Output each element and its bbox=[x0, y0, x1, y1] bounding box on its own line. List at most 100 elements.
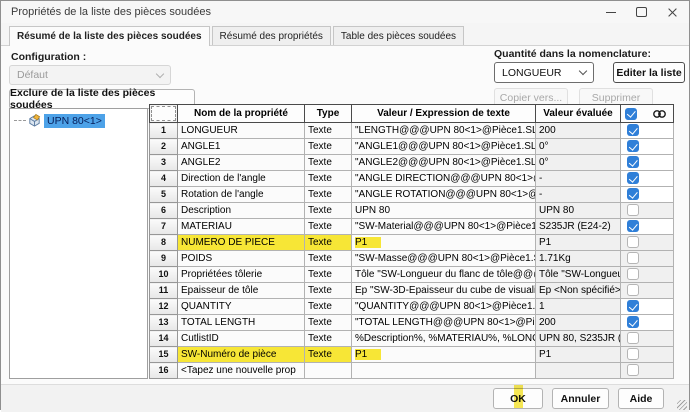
checkbox-checked[interactable] bbox=[627, 140, 639, 152]
checkbox-checked[interactable] bbox=[627, 124, 639, 136]
close-button[interactable] bbox=[657, 1, 688, 23]
cell-type[interactable]: Texte bbox=[305, 251, 352, 267]
cell-link-checkbox[interactable] bbox=[621, 219, 674, 235]
cell-type[interactable]: Texte bbox=[305, 347, 352, 363]
tab-properties-summary[interactable]: Résumé des propriétés bbox=[212, 26, 331, 45]
cell-link-checkbox[interactable] bbox=[621, 267, 674, 283]
row-number[interactable]: 7 bbox=[150, 219, 178, 235]
configuration-select[interactable]: Défaut bbox=[9, 65, 171, 85]
cell-value-expression[interactable]: "ANGLE ROTATION@@@UPN 80<1>@Pièce1.SLD bbox=[352, 187, 536, 203]
cell-property-name[interactable]: Epaisseur de tôle bbox=[178, 283, 305, 299]
cell-link-checkbox[interactable] bbox=[621, 363, 674, 379]
cell-type[interactable]: Texte bbox=[305, 299, 352, 315]
cell-type[interactable]: Texte bbox=[305, 219, 352, 235]
tab-cutlist-table[interactable]: Table des pièces soudées bbox=[333, 26, 464, 45]
cell-value-expression[interactable]: "SW-Masse@@@UPN 80<1>@Pièce1.SLDPRT"Kg bbox=[352, 251, 536, 267]
tab-cutlist-summary[interactable]: Résumé de la liste des pièces soudées bbox=[9, 26, 210, 46]
select-all-cell[interactable] bbox=[150, 105, 178, 123]
cell-link-checkbox[interactable] bbox=[621, 331, 674, 347]
row-number[interactable]: 14 bbox=[150, 331, 178, 347]
link-column-header[interactable] bbox=[621, 105, 674, 123]
maximize-button[interactable] bbox=[626, 1, 657, 23]
checkbox-checked[interactable] bbox=[627, 316, 639, 328]
checkbox-unchecked[interactable] bbox=[627, 268, 639, 280]
cell-value-expression[interactable]: "TOTAL LENGTH@@@UPN 80<1>@Pièce1.SLDPRT bbox=[352, 315, 536, 331]
cell-type[interactable] bbox=[305, 363, 352, 379]
checkbox-checked[interactable] bbox=[627, 220, 639, 232]
help-button[interactable]: Aide bbox=[618, 388, 664, 409]
row-number[interactable]: 12 bbox=[150, 299, 178, 315]
cell-type[interactable]: Texte bbox=[305, 203, 352, 219]
checkbox-unchecked[interactable] bbox=[627, 236, 639, 248]
row-number[interactable]: 4 bbox=[150, 171, 178, 187]
cell-value-expression[interactable] bbox=[352, 363, 536, 379]
cell-type[interactable]: Texte bbox=[305, 267, 352, 283]
cell-property-name[interactable]: POIDS bbox=[178, 251, 305, 267]
checkbox-checked[interactable] bbox=[627, 156, 639, 168]
checkbox-unchecked[interactable] bbox=[627, 332, 639, 344]
cell-property-name[interactable]: Propriétées tôlerie bbox=[178, 267, 305, 283]
cell-type[interactable]: Texte bbox=[305, 235, 352, 251]
cell-type[interactable]: Texte bbox=[305, 315, 352, 331]
cell-value-expression[interactable]: "LENGTH@@@UPN 80<1>@Pièce1.SLDPRT" bbox=[352, 123, 536, 139]
row-number[interactable]: 10 bbox=[150, 267, 178, 283]
row-number[interactable]: 16 bbox=[150, 363, 178, 379]
cancel-button[interactable]: Annuler bbox=[552, 388, 609, 409]
cell-type[interactable]: Texte bbox=[305, 139, 352, 155]
cell-link-checkbox[interactable] bbox=[621, 123, 674, 139]
cell-property-name[interactable]: CutlistID bbox=[178, 331, 305, 347]
row-number[interactable]: 1 bbox=[150, 123, 178, 139]
cell-value-expression[interactable]: P1 bbox=[352, 235, 536, 251]
cell-link-checkbox[interactable] bbox=[621, 187, 674, 203]
cell-link-checkbox[interactable] bbox=[621, 235, 674, 251]
cell-link-checkbox[interactable] bbox=[621, 299, 674, 315]
row-number[interactable]: 2 bbox=[150, 139, 178, 155]
checkbox-checked[interactable] bbox=[627, 188, 639, 200]
checkbox-unchecked[interactable] bbox=[627, 284, 639, 296]
cell-value-expression[interactable]: "ANGLE2@@@UPN 80<1>@Pièce1.SLDPRT" bbox=[352, 155, 536, 171]
checkbox-unchecked[interactable] bbox=[627, 252, 639, 264]
cell-link-checkbox[interactable] bbox=[621, 315, 674, 331]
cell-link-checkbox[interactable] bbox=[621, 171, 674, 187]
cell-type[interactable]: Texte bbox=[305, 187, 352, 203]
column-header-type[interactable]: Type bbox=[305, 105, 352, 123]
checkbox-checked[interactable] bbox=[627, 300, 639, 312]
cell-link-checkbox[interactable] bbox=[621, 155, 674, 171]
checkbox-unchecked[interactable] bbox=[627, 348, 639, 360]
cell-value-expression[interactable]: "QUANTITY@@@UPN 80<1>@Pièce1.SLDPRT" bbox=[352, 299, 536, 315]
cell-link-checkbox[interactable] bbox=[621, 347, 674, 363]
ok-button[interactable]: OK bbox=[493, 388, 543, 409]
edit-list-button[interactable]: Editer la liste bbox=[613, 62, 685, 83]
row-number[interactable]: 15 bbox=[150, 347, 178, 363]
checkbox-checked[interactable] bbox=[627, 172, 639, 184]
cell-link-checkbox[interactable] bbox=[621, 283, 674, 299]
row-number[interactable]: 6 bbox=[150, 203, 178, 219]
cell-link-checkbox[interactable] bbox=[621, 203, 674, 219]
cell-value-expression[interactable]: "SW-Material@@@UPN 80<1>@Pièce1.SLDPRT" bbox=[352, 219, 536, 235]
cell-property-name[interactable]: MATERIAU bbox=[178, 219, 305, 235]
cell-value-expression[interactable]: "ANGLE1@@@UPN 80<1>@Pièce1.SLDPRT" bbox=[352, 139, 536, 155]
cell-value-expression[interactable]: P1 bbox=[352, 347, 536, 363]
row-number[interactable]: 3 bbox=[150, 155, 178, 171]
cell-link-checkbox[interactable] bbox=[621, 251, 674, 267]
row-number[interactable]: 9 bbox=[150, 251, 178, 267]
checkbox-unchecked[interactable] bbox=[627, 204, 639, 216]
cell-property-name[interactable]: TOTAL LENGTH bbox=[178, 315, 305, 331]
cell-property-name[interactable]: Rotation de l'angle bbox=[178, 187, 305, 203]
row-number[interactable]: 5 bbox=[150, 187, 178, 203]
cell-property-name[interactable]: LONGUEUR bbox=[178, 123, 305, 139]
resize-grip-icon[interactable] bbox=[677, 400, 687, 410]
cell-value-expression[interactable]: Tôle "SW-Longueur du flanc de tôle@@@UPN… bbox=[352, 267, 536, 283]
row-number[interactable]: 13 bbox=[150, 315, 178, 331]
column-header-evaluated[interactable]: Valeur évaluée bbox=[536, 105, 621, 123]
cell-property-name[interactable]: SW-Numéro de pièce bbox=[178, 347, 305, 363]
minimize-button[interactable] bbox=[595, 1, 626, 23]
cell-link-checkbox[interactable] bbox=[621, 139, 674, 155]
cell-type[interactable]: Texte bbox=[305, 155, 352, 171]
cell-value-expression[interactable]: %Description%, %MATERIAU%, %LONGUEUR%, % bbox=[352, 331, 536, 347]
cell-property-name[interactable]: NUMERO DE PIECE bbox=[178, 235, 305, 251]
cell-type[interactable]: Texte bbox=[305, 123, 352, 139]
select-all-checkbox[interactable] bbox=[625, 108, 637, 120]
cell-property-name[interactable]: Description bbox=[178, 203, 305, 219]
column-header-name[interactable]: Nom de la propriété bbox=[178, 105, 305, 123]
